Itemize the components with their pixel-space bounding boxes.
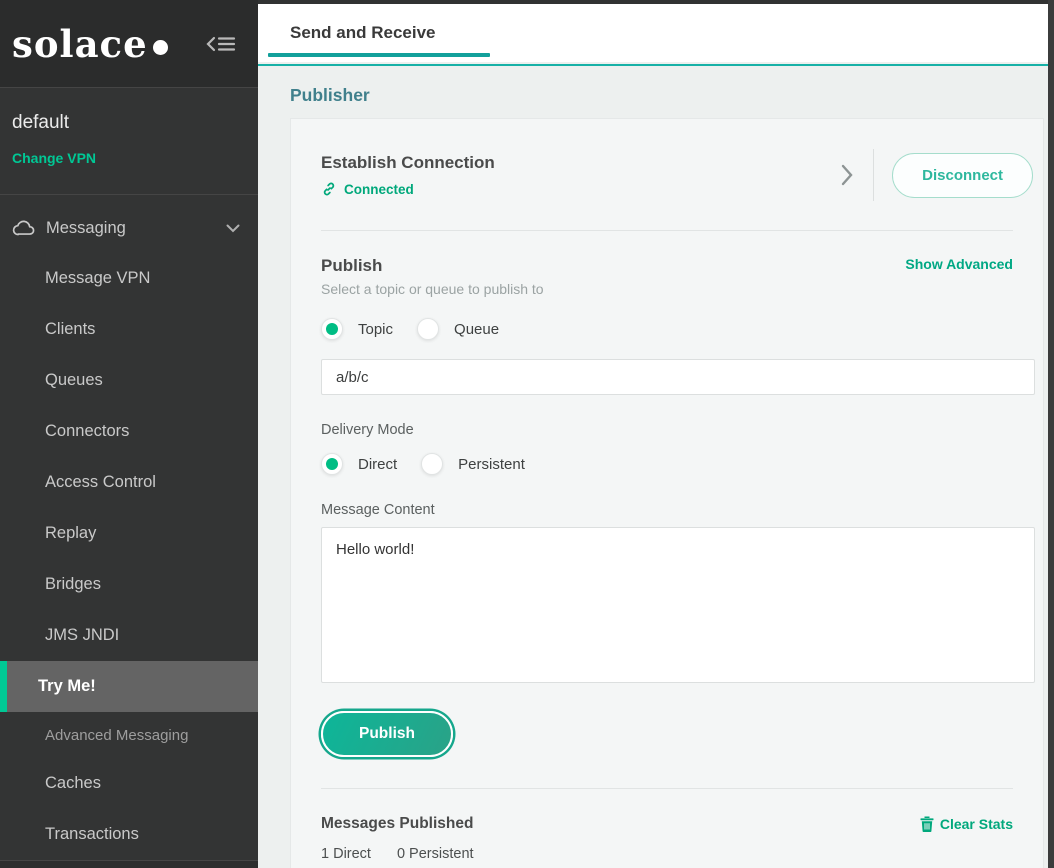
message-content-textarea[interactable]: Hello world! <box>321 527 1035 683</box>
connection-title: Establish Connection <box>321 153 495 173</box>
direct-radio-label: Direct <box>358 456 397 473</box>
sidebar-item-queues[interactable]: Queues <box>0 355 258 406</box>
stats-title: Messages Published <box>321 815 473 833</box>
stats-divider <box>321 788 1013 789</box>
sidebar-item-connectors[interactable]: Connectors <box>0 406 258 457</box>
trash-icon <box>920 816 934 832</box>
disconnect-button[interactable]: Disconnect <box>892 153 1033 198</box>
show-advanced-link[interactable]: Show Advanced <box>905 256 1013 272</box>
sidebar-group-label: Messaging <box>46 219 226 238</box>
connection-actions: Disconnect <box>841 149 1033 201</box>
publish-button[interactable]: Publish <box>321 711 453 757</box>
persistent-radio-label: Persistent <box>458 456 525 473</box>
window-top-edge <box>258 0 1054 4</box>
radio-option-queue[interactable]: Queue <box>417 318 499 340</box>
sidebar: solace default Change VPN <box>0 0 258 868</box>
sidebar-item-try-me[interactable]: Try Me! <box>0 661 258 712</box>
window-right-edge <box>1048 0 1054 868</box>
queue-radio[interactable] <box>417 318 439 340</box>
sidebar-item-bridges[interactable]: Bridges <box>0 559 258 610</box>
publish-subtitle: Select a topic or queue to publish to <box>321 281 1033 297</box>
vpn-name: default <box>12 112 246 134</box>
clear-stats-link[interactable]: Clear Stats <box>920 816 1013 832</box>
vertical-divider <box>873 149 874 201</box>
link-icon <box>321 181 337 197</box>
stats-counts: 1 Direct 0 Persistent <box>321 846 1033 862</box>
direct-radio[interactable] <box>321 453 343 475</box>
app-root: solace default Change VPN <box>0 0 1054 868</box>
persistent-count: 0 Persistent <box>397 846 474 862</box>
persistent-radio[interactable] <box>421 453 443 475</box>
sidebar-item-access-control[interactable]: Access Control <box>0 457 258 508</box>
sidebar-header: solace <box>0 0 258 88</box>
publish-title: Publish <box>321 256 382 276</box>
radio-option-topic[interactable]: Topic <box>321 318 393 340</box>
delivery-mode-radio-group: Direct Persistent <box>321 453 1033 475</box>
page-title: Publisher <box>290 85 370 106</box>
sidebar-item-caches[interactable]: Caches <box>0 758 258 809</box>
sidebar-collapse-icon[interactable] <box>206 33 236 55</box>
active-tab-underline <box>268 53 490 57</box>
change-vpn-link[interactable]: Change VPN <box>12 150 96 166</box>
stats-header: Messages Published Clear Stats <box>321 815 1033 833</box>
sidebar-item-jms-jndi[interactable]: JMS JNDI <box>0 610 258 661</box>
topic-input[interactable] <box>321 359 1035 395</box>
connection-info: Establish Connection Connected <box>321 153 495 197</box>
tab-bar: Send and Receive <box>258 4 1054 62</box>
connection-status-text: Connected <box>344 182 414 197</box>
publish-header: Publish Show Advanced <box>321 256 1033 276</box>
solace-logo[interactable]: solace <box>12 22 168 66</box>
topic-radio-label: Topic <box>358 321 393 338</box>
publisher-panel: Establish Connection Connected <box>290 118 1044 868</box>
logo-dot <box>153 40 168 55</box>
sidebar-item-message-vpn[interactable]: Message VPN <box>0 253 258 304</box>
sidebar-item-clients[interactable]: Clients <box>0 304 258 355</box>
radio-option-direct[interactable]: Direct <box>321 453 397 475</box>
section-divider <box>321 230 1013 231</box>
radio-option-persistent[interactable]: Persistent <box>421 453 525 475</box>
cloud-icon <box>12 218 37 238</box>
delivery-mode-label: Delivery Mode <box>321 422 1033 438</box>
direct-count: 1 Direct <box>321 846 371 862</box>
connection-section: Establish Connection Connected <box>321 149 1033 201</box>
sidebar-item-transactions[interactable]: Transactions <box>0 809 258 860</box>
connection-status: Connected <box>321 181 495 197</box>
logo-text: solace <box>12 22 148 66</box>
topic-radio[interactable] <box>321 318 343 340</box>
sidebar-menu: Messaging Message VPN Clients Queues Con… <box>0 195 258 868</box>
destination-radio-group: Topic Queue <box>321 318 1033 340</box>
sidebar-item-replay[interactable]: Replay <box>0 508 258 559</box>
clear-stats-label: Clear Stats <box>940 816 1013 832</box>
vpn-block: default Change VPN <box>0 88 258 195</box>
sidebar-bottom-divider <box>0 860 258 868</box>
chevron-right-icon[interactable] <box>841 164 853 186</box>
main-area: Send and Receive Publisher Establish Con… <box>258 0 1054 868</box>
sidebar-item-advanced-messaging[interactable]: Advanced Messaging <box>0 712 258 758</box>
chevron-down-icon <box>226 224 240 233</box>
queue-radio-label: Queue <box>454 321 499 338</box>
message-content-label: Message Content <box>321 502 1033 518</box>
sidebar-group-messaging[interactable]: Messaging <box>0 203 258 253</box>
content-area: Publisher Establish Connection <box>258 62 1054 868</box>
